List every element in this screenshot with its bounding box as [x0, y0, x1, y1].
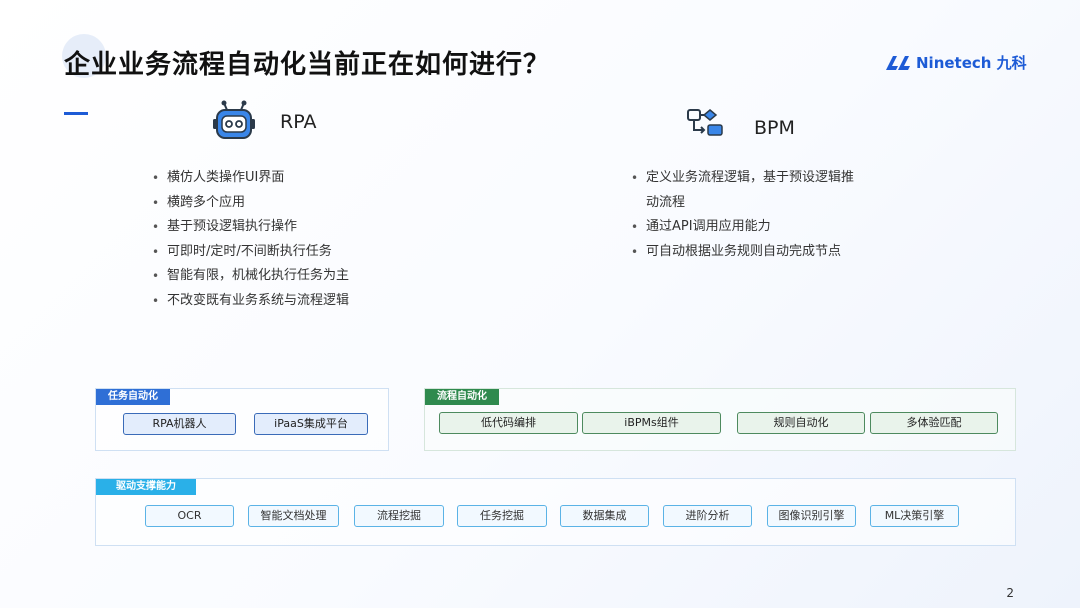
chip-data-integration: 数据集成 [560, 505, 649, 527]
list-item: 智能有限，机械化执行任务为主 [152, 264, 349, 289]
chip-task-mining: 任务挖掘 [457, 505, 547, 527]
page-number: 2 [1006, 586, 1014, 600]
task-automation-tag: 任务自动化 [96, 389, 170, 405]
chip-process-mining: 流程挖掘 [354, 505, 444, 527]
chip-ibpms: iBPMs组件 [582, 412, 721, 434]
process-automation-tag: 流程自动化 [425, 389, 499, 405]
bpm-bullet-list: 定义业务流程逻辑，基于预设逻辑推动流程 通过API调用应用能力 可自动根据业务规… [631, 166, 866, 264]
chip-idp: 智能文档处理 [248, 505, 339, 527]
chip-ocr: OCR [145, 505, 234, 527]
robot-icon [213, 100, 255, 139]
chip-image-recognition: 图像识别引擎 [767, 505, 856, 527]
support-capabilities-tag: 驱动支撑能力 [96, 479, 196, 495]
page-title: 企业业务流程自动化当前正在如何进行？ [64, 50, 551, 80]
logo-text: Ninetech 九科 [916, 54, 1027, 72]
list-item: 定义业务流程逻辑，基于预设逻辑推动流程 [631, 166, 866, 215]
chip-rpa-robot: RPA机器人 [123, 413, 236, 435]
bpm-header: BPM [686, 106, 795, 150]
workflow-icon [687, 109, 723, 136]
rpa-header: RPA [212, 100, 316, 144]
accent-line [64, 112, 88, 115]
chip-ipaas: iPaaS集成平台 [254, 413, 368, 435]
rpa-label: RPA [280, 111, 317, 133]
list-item: 横跨多个应用 [152, 191, 349, 216]
process-automation-panel: 流程自动化 低代码编排 iBPMs组件 规则自动化 多体验匹配 [424, 388, 1016, 451]
ninetech-logo-icon [886, 55, 910, 70]
chip-rules: 规则自动化 [737, 412, 865, 434]
chip-lowcode: 低代码编排 [439, 412, 578, 434]
company-logo: Ninetech 九科 [884, 52, 1027, 73]
list-item: 基于预设逻辑执行操作 [152, 215, 349, 240]
rpa-bullet-list: 横仿人类操作UI界面 横跨多个应用 基于预设逻辑执行操作 可即时/定时/不间断执… [152, 166, 349, 313]
list-item: 可自动根据业务规则自动完成节点 [631, 240, 866, 265]
chip-multiexperience: 多体验匹配 [870, 412, 998, 434]
list-item: 横仿人类操作UI界面 [152, 166, 349, 191]
list-item: 可即时/定时/不间断执行任务 [152, 240, 349, 265]
list-item: 不改变既有业务系统与流程逻辑 [152, 289, 349, 314]
bpm-label: BPM [754, 117, 795, 139]
list-item: 通过API调用应用能力 [631, 215, 866, 240]
chip-ml-decision: ML决策引擎 [870, 505, 959, 527]
support-capabilities-panel: 驱动支撑能力 OCR 智能文档处理 流程挖掘 任务挖掘 数据集成 进阶分析 图像… [95, 478, 1016, 546]
task-automation-panel: 任务自动化 RPA机器人 iPaaS集成平台 [95, 388, 389, 451]
chip-advanced-analytics: 进阶分析 [663, 505, 752, 527]
